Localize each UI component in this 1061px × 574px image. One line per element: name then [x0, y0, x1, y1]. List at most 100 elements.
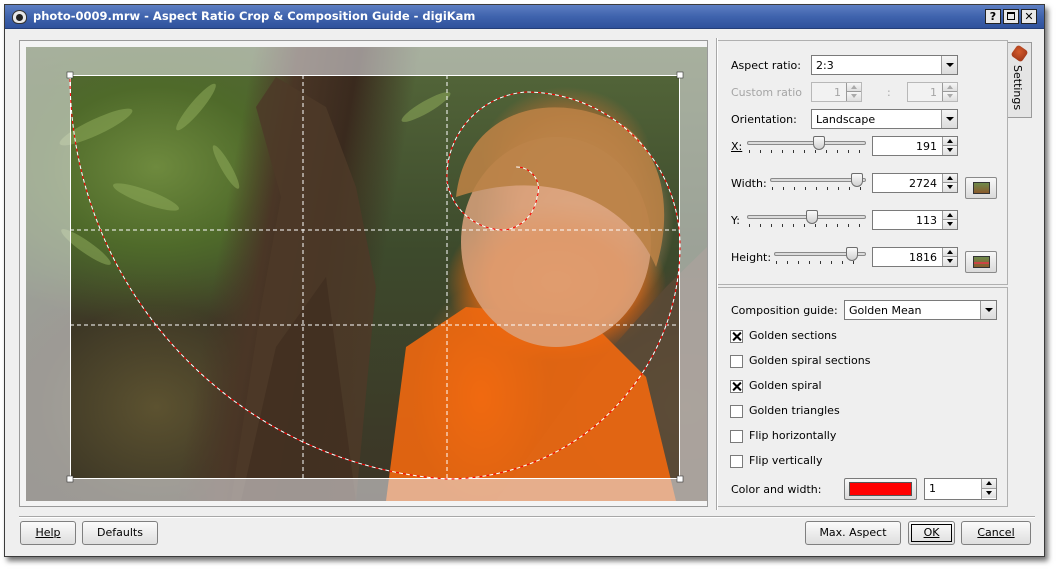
center-height-button[interactable] — [965, 251, 997, 273]
y-spinbox[interactable]: 113 — [872, 210, 958, 230]
composition-guide-value: Golden Mean — [849, 304, 922, 317]
slider-ticks — [749, 150, 864, 153]
digikam-app-icon[interactable] — [12, 10, 27, 24]
golden-spiral-sections-label[interactable]: Golden spiral sections — [749, 354, 870, 367]
crop-handle-top-left[interactable] — [66, 71, 74, 79]
spin-down-icon[interactable] — [943, 220, 957, 229]
chevron-down-icon — [980, 301, 996, 319]
spin-up-icon[interactable] — [847, 83, 861, 92]
aspect-ratio-value: 2:3 — [816, 59, 834, 72]
settings-side-tab[interactable]: Settings — [1008, 42, 1032, 118]
aspect-ratio-select[interactable]: 2:3 — [811, 55, 958, 75]
cancel-button[interactable]: Cancel — [961, 521, 1031, 545]
guide-color-swatch — [849, 482, 912, 496]
guide-color-button[interactable] — [844, 478, 917, 500]
context-help-button[interactable]: ? — [985, 9, 1001, 24]
width-slider[interactable] — [770, 173, 866, 195]
height-value: 1816 — [909, 251, 937, 264]
golden-sections-label[interactable]: Golden sections — [749, 329, 837, 342]
width-label: Width: — [731, 177, 767, 190]
spin-down-icon[interactable] — [943, 92, 957, 101]
spin-up-icon[interactable] — [943, 248, 957, 257]
spin-down-icon[interactable] — [847, 92, 861, 101]
image-preview-frame — [19, 40, 708, 507]
crop-handle-bottom-right[interactable] — [676, 475, 684, 483]
maximize-icon — [1007, 12, 1015, 20]
custom-ratio-denominator-spinbox[interactable]: 1 — [907, 82, 958, 102]
slider-handle[interactable] — [806, 210, 818, 224]
spin-up-icon[interactable] — [943, 83, 957, 92]
defaults-button-label: Defaults — [97, 526, 143, 539]
slider-groove — [747, 141, 866, 145]
height-label: Height: — [731, 251, 772, 264]
slider-handle[interactable] — [813, 136, 825, 150]
crop-handle-top-right[interactable] — [676, 71, 684, 79]
y-label: Y: — [731, 214, 740, 227]
orientation-label: Orientation: — [731, 113, 797, 126]
orientation-value: Landscape — [816, 113, 876, 126]
button-separator — [19, 516, 1035, 518]
height-slider[interactable] — [774, 247, 866, 269]
crop-mask — [26, 47, 707, 501]
chevron-down-icon — [941, 56, 957, 74]
settings-tab-label: Settings — [1011, 65, 1024, 111]
flip-horizontally-label[interactable]: Flip horizontally — [749, 429, 836, 442]
slider-handle[interactable] — [851, 173, 863, 187]
guide-width-spinbox[interactable]: 1 — [924, 478, 997, 500]
close-button[interactable]: ✕ — [1021, 9, 1037, 24]
center-width-button[interactable] — [965, 177, 997, 199]
crop-guide-overlay — [26, 47, 707, 501]
ok-button-label: OK — [923, 526, 940, 539]
chevron-down-icon — [941, 110, 957, 128]
maximize-button[interactable] — [1003, 9, 1019, 24]
height-spinbox[interactable]: 1816 — [872, 247, 958, 267]
golden-spiral-sections-checkbox[interactable] — [730, 355, 743, 368]
x-spinbox[interactable]: 191 — [872, 136, 958, 156]
crop-rectangle[interactable] — [70, 75, 680, 479]
orientation-select[interactable]: Landscape — [811, 109, 958, 129]
max-aspect-button-label: Max. Aspect — [819, 526, 887, 539]
help-button[interactable]: Help — [20, 521, 76, 545]
spin-down-icon[interactable] — [943, 146, 957, 155]
spin-down-icon[interactable] — [943, 257, 957, 266]
spin-up-icon[interactable] — [943, 174, 957, 183]
defaults-button[interactable]: Defaults — [82, 521, 158, 545]
crop-settings-panel: Aspect ratio: 2:3 Custom ratio 1 : 1 Ori… — [718, 40, 1008, 285]
ok-button[interactable]: OK — [908, 521, 955, 545]
color-and-width-label: Color and width: — [731, 483, 822, 496]
crop-handles[interactable] — [66, 71, 684, 483]
custom-ratio-numerator-spinbox[interactable]: 1 — [811, 82, 862, 102]
composition-guide-label: Composition guide: — [731, 304, 838, 317]
slider-ticks — [776, 261, 864, 264]
custom-ratio-separator: : — [887, 86, 891, 99]
golden-spiral-label[interactable]: Golden spiral — [749, 379, 822, 392]
custom-ratio-label: Custom ratio — [731, 86, 803, 99]
x-slider[interactable] — [747, 136, 866, 158]
y-slider[interactable] — [747, 210, 866, 232]
flip-vertically-checkbox[interactable] — [730, 455, 743, 468]
golden-triangles-checkbox[interactable] — [730, 405, 743, 418]
spin-up-icon[interactable] — [943, 137, 957, 146]
flip-vertically-label[interactable]: Flip vertically — [749, 454, 823, 467]
composition-guide-select[interactable]: Golden Mean — [844, 300, 997, 320]
spin-up-icon[interactable] — [943, 211, 957, 220]
title-bar[interactable]: photo-0009.mrw - Aspect Ratio Crop & Com… — [5, 5, 1044, 29]
x-value: 191 — [916, 140, 937, 153]
custom-ratio-numerator-value: 1 — [834, 86, 841, 99]
spin-up-icon[interactable] — [982, 479, 996, 489]
max-aspect-button[interactable]: Max. Aspect — [805, 521, 901, 545]
spin-down-icon[interactable] — [982, 489, 996, 498]
spin-down-icon[interactable] — [943, 183, 957, 192]
golden-spiral — [69, 74, 681, 480]
golden-sections-checkbox[interactable] — [730, 330, 743, 343]
y-value: 113 — [916, 214, 937, 227]
golden-spiral-checkbox[interactable] — [730, 380, 743, 393]
golden-triangles-label[interactable]: Golden triangles — [749, 404, 840, 417]
golden-sections-lines — [70, 75, 680, 479]
crop-handle-bottom-left[interactable] — [66, 475, 74, 483]
slider-ticks — [749, 224, 864, 227]
slider-handle[interactable] — [846, 247, 858, 261]
photo-preview[interactable] — [26, 47, 707, 501]
width-spinbox[interactable]: 2724 — [872, 173, 958, 193]
flip-horizontally-checkbox[interactable] — [730, 430, 743, 443]
